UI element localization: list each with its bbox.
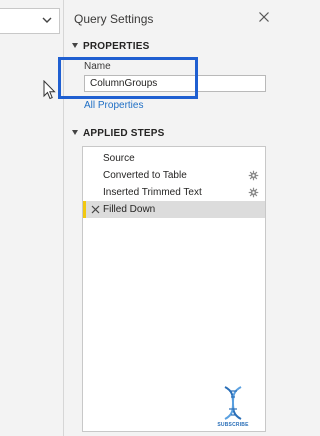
mouse-pointer-icon: [43, 80, 56, 100]
subscribe-watermark: SUBSCRIBE: [210, 385, 256, 433]
chevron-down-icon: [42, 17, 52, 23]
query-name-input[interactable]: [84, 75, 266, 92]
query-settings-pane: Query Settings PROPERTIES Name All Prope…: [58, 0, 284, 436]
step-inserted-trimmed-text[interactable]: Inserted Trimmed Text: [83, 184, 265, 201]
close-icon[interactable]: [258, 11, 270, 23]
collapse-triangle-icon: [72, 130, 78, 135]
step-converted-to-table[interactable]: Converted to Table: [83, 167, 265, 184]
dna-logo-icon: [224, 386, 242, 420]
step-source[interactable]: Source: [83, 150, 265, 167]
applied-steps-heading: APPLIED STEPS: [83, 128, 165, 139]
properties-section-header[interactable]: PROPERTIES: [72, 41, 149, 52]
left-pane: [0, 0, 64, 436]
collapse-triangle-icon: [72, 43, 78, 48]
query-dropdown[interactable]: [0, 8, 60, 34]
step-label: Inserted Trimmed Text: [103, 187, 202, 198]
name-label: Name: [84, 61, 111, 72]
step-label: Source: [103, 153, 135, 164]
step-filled-down[interactable]: Filled Down: [83, 201, 265, 218]
gear-icon[interactable]: [248, 187, 259, 198]
step-label: Filled Down: [103, 204, 156, 215]
all-properties-link[interactable]: All Properties: [84, 100, 143, 111]
applied-steps-section-header[interactable]: APPLIED STEPS: [72, 128, 165, 139]
pane-title: Query Settings: [74, 12, 154, 26]
delete-step-icon[interactable]: [91, 205, 100, 214]
gear-icon[interactable]: [248, 170, 259, 181]
properties-heading: PROPERTIES: [83, 41, 150, 52]
step-label: Converted to Table: [103, 170, 187, 181]
subscribe-label: SUBSCRIBE: [217, 422, 249, 428]
